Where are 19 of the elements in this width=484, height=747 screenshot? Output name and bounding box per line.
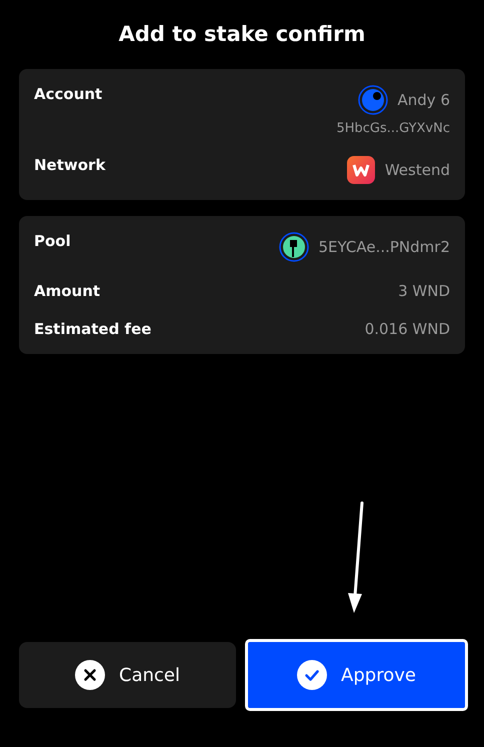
check-icon [297,660,328,690]
page-title: Add to stake confirm [118,22,366,46]
field-label: Estimated fee [34,320,152,338]
field-label: Account [34,85,102,103]
field-value: 5EYCAe...PNdmr2 [318,238,450,256]
close-icon [75,660,105,690]
field-value: 3 WND [398,282,450,300]
field-label: Network [34,156,106,174]
network-logo-icon [346,156,375,184]
approve-button[interactable]: Approve [248,642,465,708]
field-value: Andy 6 [398,91,450,109]
field-value: Westend [384,161,450,179]
field-value: 0.016 WND [364,320,450,338]
field-label: Amount [34,282,100,300]
avatar-icon [358,85,388,115]
cancel-button[interactable]: Cancel [19,642,236,708]
address-text: 5HbcGs...GYXvNc [336,121,450,136]
avatar-icon [278,232,309,262]
field-label: Pool [34,232,71,250]
